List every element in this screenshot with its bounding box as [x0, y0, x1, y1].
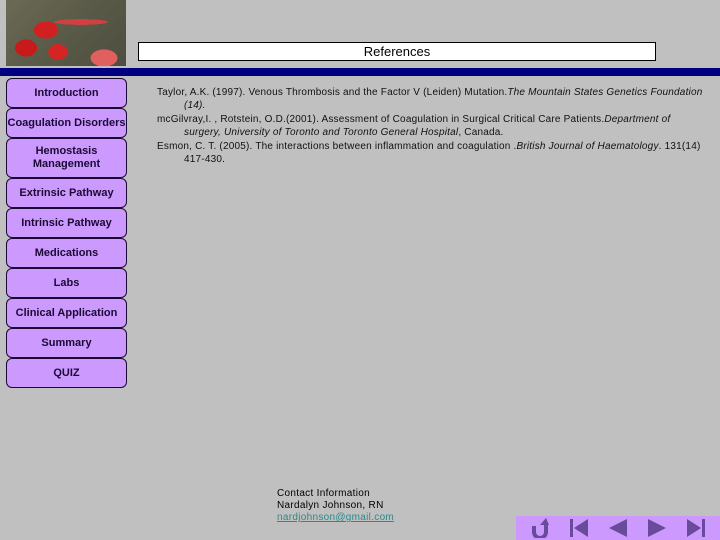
reference-item: Taylor, A.K. (1997). Venous Thrombosis a…: [157, 86, 707, 112]
reference-item: mcGilvray,I. , Rotstein, O.D.(2001). Ass…: [157, 113, 707, 139]
nav-labs-button[interactable]: Labs: [6, 268, 127, 298]
last-slide-button[interactable]: [682, 517, 710, 539]
next-icon: [648, 519, 667, 537]
header-divider: [0, 68, 720, 76]
nav-summary-button[interactable]: Summary: [6, 328, 127, 358]
contact-email-link[interactable]: nardjohnson@gmail.com: [277, 512, 394, 523]
first-slide-icon: [569, 519, 588, 537]
slide-navigation-toolbar: [516, 516, 720, 540]
reference-text: Esmon, C. T. (2005). The interactions be…: [157, 141, 517, 152]
nav-hemostasis-management-button[interactable]: Hemostasis Management: [6, 138, 127, 178]
last-slide-icon: [687, 519, 706, 537]
reference-text: mcGilvray,I. , Rotstein, O.D.(2001). Ass…: [157, 114, 605, 125]
contact-heading: Contact Information: [277, 488, 370, 499]
reference-tail: , Canada.: [458, 127, 504, 138]
next-slide-button[interactable]: [643, 517, 671, 539]
nav-coagulation-disorders-button[interactable]: Coagulation Disorders: [6, 108, 127, 138]
reference-text: Taylor, A.K. (1997). Venous Thrombosis a…: [157, 87, 508, 98]
page-title: References: [138, 42, 656, 61]
header-image: [6, 0, 126, 66]
return-icon: [531, 518, 549, 538]
return-button[interactable]: [526, 517, 554, 539]
reference-list: Taylor, A.K. (1997). Venous Thrombosis a…: [157, 86, 707, 167]
nav-intrinsic-pathway-button[interactable]: Intrinsic Pathway: [6, 208, 127, 238]
nav-quiz-button[interactable]: QUIZ: [6, 358, 127, 388]
nav-medications-button[interactable]: Medications: [6, 238, 127, 268]
reference-source: British Journal of Haematology: [516, 141, 659, 152]
previous-slide-button[interactable]: [604, 517, 632, 539]
previous-icon: [608, 519, 627, 537]
contact-name: Nardalyn Johnson, RN: [277, 500, 384, 511]
nav-clinical-application-button[interactable]: Clinical Application: [6, 298, 127, 328]
sidebar-nav: Introduction Coagulation Disorders Hemos…: [6, 78, 127, 388]
nav-introduction-button[interactable]: Introduction: [6, 78, 127, 108]
first-slide-button[interactable]: [565, 517, 593, 539]
contact-info: Contact Information Nardalyn Johnson, RN…: [277, 488, 394, 524]
nav-extrinsic-pathway-button[interactable]: Extrinsic Pathway: [6, 178, 127, 208]
reference-item: Esmon, C. T. (2005). The interactions be…: [157, 140, 707, 166]
